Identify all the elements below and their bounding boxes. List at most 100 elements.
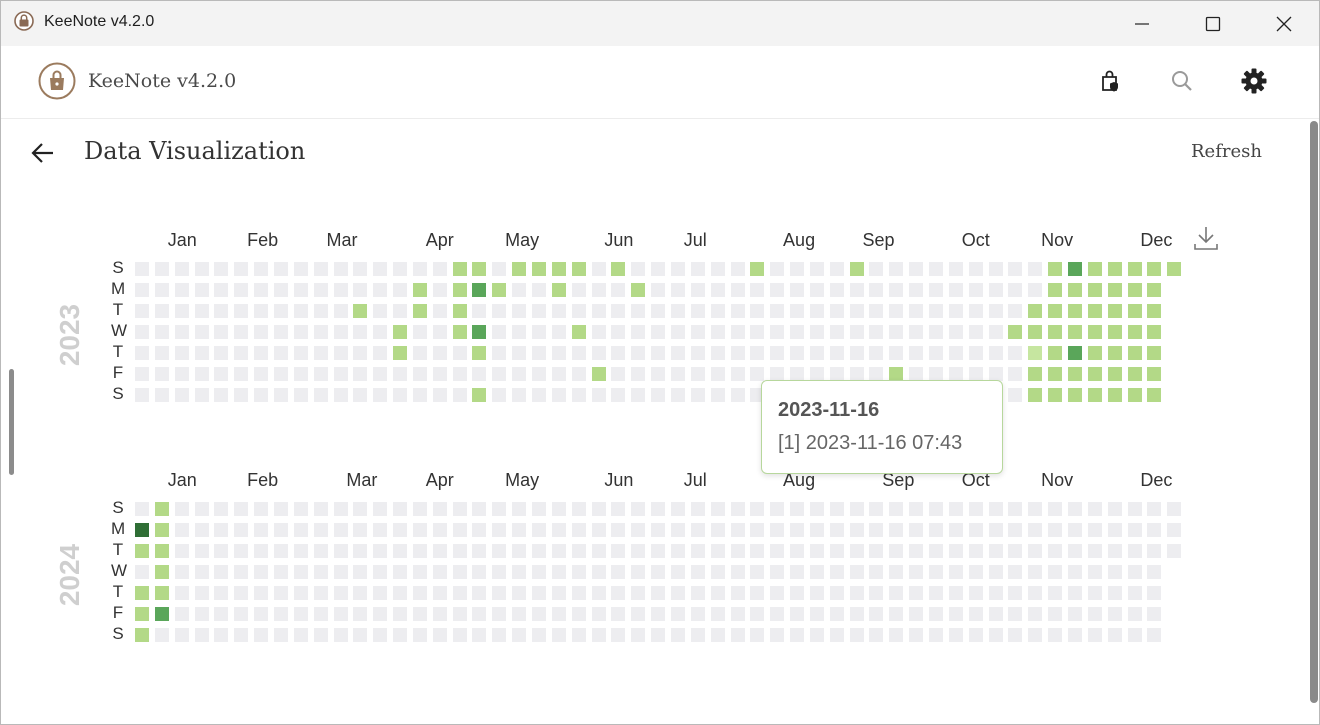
heatmap-cell[interactable] — [690, 346, 705, 360]
heatmap-cell[interactable] — [1127, 607, 1142, 621]
heatmap-cell[interactable] — [1048, 283, 1063, 297]
heatmap-cell[interactable] — [770, 283, 785, 297]
heatmap-cell[interactable] — [611, 502, 626, 516]
heatmap-cell[interactable] — [849, 262, 864, 276]
heatmap-cell[interactable] — [273, 628, 288, 642]
heatmap-cell[interactable] — [770, 502, 785, 516]
heatmap-cell[interactable] — [929, 586, 943, 600]
heatmap-cell[interactable] — [214, 544, 229, 558]
heatmap-cell[interactable] — [472, 367, 487, 381]
heatmap-cell[interactable] — [790, 607, 805, 621]
heatmap-cell[interactable] — [412, 304, 427, 318]
heatmap-cell[interactable] — [1127, 388, 1142, 402]
heatmap-cell[interactable] — [670, 523, 685, 537]
heatmap-cell[interactable] — [1107, 283, 1122, 297]
heatmap-cell[interactable] — [432, 346, 447, 360]
heatmap-cell[interactable] — [869, 346, 884, 360]
heatmap-cell[interactable] — [313, 565, 328, 579]
heatmap-cell[interactable] — [432, 304, 447, 318]
heatmap-cell[interactable] — [472, 325, 487, 339]
heatmap-cell[interactable] — [611, 628, 626, 642]
heatmap-cell[interactable] — [393, 346, 408, 360]
heatmap-cell[interactable] — [214, 586, 229, 600]
heatmap-cell[interactable] — [214, 367, 229, 381]
heatmap-cell[interactable] — [1008, 628, 1023, 642]
heatmap-cell[interactable] — [373, 367, 388, 381]
heatmap-cell[interactable] — [651, 262, 666, 276]
heatmap-cell[interactable] — [254, 262, 269, 276]
heatmap-cell[interactable] — [1067, 346, 1082, 360]
heatmap-cell[interactable] — [432, 502, 447, 516]
heatmap-cell[interactable] — [472, 346, 487, 360]
heatmap-cell[interactable] — [1127, 304, 1142, 318]
heatmap-cell[interactable] — [909, 304, 924, 318]
heatmap-cell[interactable] — [452, 607, 467, 621]
heatmap-cell[interactable] — [154, 586, 169, 600]
heatmap-cell[interactable] — [194, 502, 209, 516]
heatmap-cell[interactable] — [710, 523, 725, 537]
heatmap-cell[interactable] — [393, 607, 408, 621]
heatmap-cell[interactable] — [988, 367, 1003, 381]
heatmap-cell[interactable] — [710, 586, 725, 600]
heatmap-cell[interactable] — [333, 502, 348, 516]
heatmap-cell[interactable] — [472, 544, 487, 558]
heatmap-cell[interactable] — [730, 388, 745, 402]
heatmap-cell[interactable] — [492, 523, 507, 537]
heatmap-cell[interactable] — [512, 565, 527, 579]
heatmap-cell[interactable] — [333, 262, 348, 276]
heatmap-cell[interactable] — [790, 502, 805, 516]
heatmap-cell[interactable] — [730, 367, 745, 381]
heatmap-cell[interactable] — [790, 565, 805, 579]
heatmap-cell[interactable] — [452, 304, 467, 318]
heatmap-cell[interactable] — [472, 262, 487, 276]
heatmap-cell[interactable] — [809, 346, 824, 360]
heatmap-cell[interactable] — [551, 262, 566, 276]
heatmap-cell[interactable] — [929, 262, 943, 276]
heatmap-cell[interactable] — [1127, 346, 1142, 360]
heatmap-cell[interactable] — [1008, 262, 1023, 276]
heatmap-cell[interactable] — [353, 325, 368, 339]
heatmap-cell[interactable] — [889, 304, 904, 318]
heatmap-cell[interactable] — [670, 304, 685, 318]
heatmap-cell[interactable] — [1107, 367, 1122, 381]
heatmap-cell[interactable] — [690, 544, 705, 558]
heatmap-cell[interactable] — [1107, 628, 1122, 642]
heatmap-cell[interactable] — [512, 346, 527, 360]
heatmap-cell[interactable] — [373, 502, 388, 516]
heatmap-cell[interactable] — [1087, 628, 1102, 642]
heatmap-cell[interactable] — [432, 607, 447, 621]
heatmap-cell[interactable] — [452, 283, 467, 297]
heatmap-cell[interactable] — [571, 367, 586, 381]
heatmap-cell[interactable] — [532, 325, 546, 339]
heatmap-cell[interactable] — [452, 346, 467, 360]
heatmap-cell[interactable] — [1067, 607, 1082, 621]
heatmap-cell[interactable] — [790, 367, 805, 381]
heatmap-cell[interactable] — [790, 262, 805, 276]
heatmap-cell[interactable] — [393, 304, 408, 318]
heatmap-cell[interactable] — [432, 586, 447, 600]
heatmap-cell[interactable] — [631, 544, 646, 558]
heatmap-cell[interactable] — [393, 544, 408, 558]
heatmap-cell[interactable] — [1147, 502, 1162, 516]
heatmap-cell[interactable] — [333, 628, 348, 642]
heatmap-cell[interactable] — [948, 523, 963, 537]
heatmap-cell[interactable] — [412, 283, 427, 297]
heatmap-cell[interactable] — [1127, 325, 1142, 339]
heatmap-cell[interactable] — [730, 586, 745, 600]
heatmap-cell[interactable] — [750, 565, 765, 579]
heatmap-cell[interactable] — [1048, 586, 1063, 600]
heatmap-cell[interactable] — [1048, 346, 1063, 360]
heatmap-cell[interactable] — [551, 586, 566, 600]
heatmap-cell[interactable] — [214, 325, 229, 339]
heatmap-cell[interactable] — [1048, 502, 1063, 516]
heatmap-cell[interactable] — [690, 388, 705, 402]
heatmap-cell[interactable] — [968, 628, 983, 642]
heatmap-cell[interactable] — [690, 262, 705, 276]
heatmap-cell[interactable] — [651, 565, 666, 579]
heatmap-cell[interactable] — [631, 523, 646, 537]
heatmap-cell[interactable] — [1107, 304, 1122, 318]
heatmap-cell[interactable] — [690, 304, 705, 318]
heatmap-cell[interactable] — [869, 523, 884, 537]
heatmap-cell[interactable] — [174, 304, 189, 318]
heatmap-cell[interactable] — [1127, 544, 1142, 558]
